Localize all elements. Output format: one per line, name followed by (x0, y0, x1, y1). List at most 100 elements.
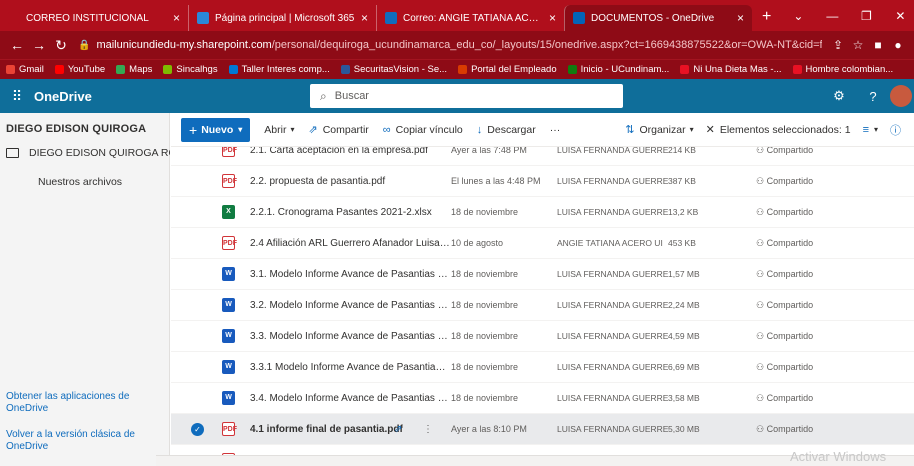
more-label: ··· (549, 123, 561, 136)
clear-selection-button[interactable]: ✕ Elementos seleccionados: 1 (706, 123, 851, 137)
file-sharing: ⚇ Compartido (756, 393, 813, 404)
bookmark-item[interactable]: Gmail (6, 64, 44, 75)
user-avatar[interactable] (890, 85, 912, 107)
maximize-icon[interactable]: ❐ (849, 9, 883, 23)
help-icon[interactable]: ? (856, 89, 890, 104)
share-button[interactable]: ⇗ Compartir (308, 123, 368, 137)
file-modified-by: LUISA FERNANDA GUERRE (557, 269, 669, 279)
tab-search-icon[interactable]: ⌄ (781, 9, 815, 23)
address-toolbar: ← → ↻ 🔒 mailunicundiedu-my.sharepoint.co… (0, 31, 914, 59)
file-name[interactable]: 2.1. Carta aceptacion en la empresa.pdf (250, 147, 450, 156)
file-modified-date: 18 de noviembre (451, 331, 519, 341)
sharing-label: Compartido (766, 237, 814, 248)
pdf-file-icon: PDF (222, 174, 237, 188)
bookmark-label: Portal del Empleado (471, 64, 557, 75)
file-name[interactable]: 3.4. Modelo Informe Avance de Pasantias … (250, 393, 450, 404)
bookmark-item[interactable]: Inicio - UCundinam... (567, 64, 669, 75)
open-label: Abrir (264, 123, 287, 136)
bookmark-star-icon[interactable]: ☆ (848, 38, 868, 52)
bookmark-item[interactable]: Ni Una Dieta Mas -... (680, 64, 782, 75)
file-name[interactable]: 3.3.1 Modelo Informe Avance de Pasantias… (250, 362, 450, 373)
reload-icon[interactable]: ↻ (50, 37, 72, 54)
view-options-button[interactable]: ≡ ▾ (863, 124, 878, 136)
file-name[interactable]: 3.2. Modelo Informe Avance de Pasantias … (250, 300, 450, 311)
browser-tab[interactable]: DOCUMENTOS - OneDrive × (564, 5, 752, 31)
bookmark-item[interactable]: Maps (116, 64, 152, 75)
search-box[interactable]: ⌕ Buscar (310, 84, 623, 108)
new-tab-button[interactable]: + (752, 5, 781, 31)
more-options-icon[interactable]: ⋮ (423, 424, 433, 435)
bookmark-favicon-icon (680, 65, 690, 74)
bookmark-item[interactable]: Portal del Empleado (458, 64, 557, 75)
bookmark-item[interactable]: SecuritasVision - Se... (340, 64, 448, 75)
sharing-label: Compartido (766, 268, 814, 279)
share-page-icon[interactable]: ⇪ (828, 38, 848, 52)
download-button[interactable]: ↓ Descargar (477, 124, 536, 136)
file-name[interactable]: 4.1 informe final de pasantia.pdf (250, 424, 403, 435)
file-name[interactable]: 3.1. Modelo Informe Avance de Pasantias … (250, 269, 450, 280)
more-actions-button[interactable]: ··· (550, 124, 561, 136)
back-icon[interactable]: ← (6, 37, 28, 53)
file-row[interactable]: W 3.4. Modelo Informe Avance de Pasantias… (171, 383, 914, 414)
app-name[interactable]: OneDrive (34, 89, 92, 104)
tab-close-icon[interactable]: × (173, 11, 180, 25)
bookmark-item[interactable]: Taller Interes comp... (228, 64, 330, 75)
file-name[interactable]: 2.4 Afiliación ARL Guerrero Afanador Lui… (250, 238, 450, 249)
file-row[interactable]: PDF 2.2. propuesta de pasantia.pdf El lune… (171, 166, 914, 197)
file-row[interactable]: PDF 2.4 Afiliación ARL Guerrero Afanador … (171, 228, 914, 259)
tab-label: DOCUMENTOS - OneDrive (591, 12, 715, 24)
tab-close-icon[interactable]: × (737, 11, 744, 25)
docx-file-icon: W (222, 360, 235, 374)
nav-item-our-files[interactable]: Nuestros archivos (38, 176, 122, 188)
pdf-file-icon: PDF (222, 422, 237, 436)
docx-file-icon: W (222, 391, 235, 405)
file-modified-by: LUISA FERNANDA GUERRE (557, 147, 669, 155)
pdf-file-icon: PDF (222, 147, 237, 157)
file-size: 5,30 MB (668, 424, 700, 434)
profile-icon[interactable]: ● (888, 38, 908, 52)
row-checkmark-icon[interactable]: ✓ (191, 422, 204, 436)
new-button[interactable]: + Nuevo ▾ (181, 117, 251, 142)
browser-tab[interactable]: CORREO INSTITUCIONAL × (0, 5, 188, 31)
share-row-icon[interactable]: ⇗ (394, 424, 402, 435)
nav-item-my-files[interactable]: DIEGO EDISON QUIROGA RO (6, 147, 170, 159)
bookmark-item[interactable]: YouTube (54, 64, 105, 75)
browser-tab[interactable]: Página principal | Microsoft 365 × (188, 5, 376, 31)
docx-file-icon: W (222, 267, 235, 281)
classic-view-link[interactable]: Volver a la versión clásica de OneDrive (6, 429, 161, 453)
close-window-icon[interactable]: ✕ (883, 9, 914, 23)
file-row[interactable]: W 3.1. Modelo Informe Avance de Pasantias… (171, 259, 914, 290)
tab-favicon-icon (197, 12, 209, 24)
file-row[interactable]: ✓ PDF 4.1 informe final de pasantia.pdf ⇗ ⋮ A… (171, 414, 914, 445)
open-button[interactable]: Abrir ▾ (264, 124, 294, 136)
tab-close-icon[interactable]: × (549, 11, 556, 25)
copy-link-button[interactable]: ∞ Copiar vínculo (383, 124, 463, 136)
bookmark-item[interactable]: Sincalhgs (163, 64, 218, 75)
minimize-icon[interactable]: — (815, 9, 849, 23)
settings-gear-icon[interactable]: ⚙ (822, 88, 856, 104)
bookmark-item[interactable]: Hombre colombian... (792, 64, 893, 75)
url-bar[interactable]: 🔒 mailunicundiedu-my.sharepoint.com /per… (78, 34, 822, 56)
bookmark-label: SecuritasVision - Se... (353, 64, 448, 75)
file-name[interactable]: 3.3. Modelo Informe Avance de Pasantias … (250, 331, 450, 342)
file-modified-by: ANGIE TATIANA ACERO UI (557, 238, 663, 248)
get-apps-link[interactable]: Obtener las aplicaciones de OneDrive (6, 391, 161, 415)
file-row[interactable]: W 3.3.1 Modelo Informe Avance de Pasantia… (171, 352, 914, 383)
file-row[interactable]: W 3.2. Modelo Informe Avance de Pasantias… (171, 290, 914, 321)
browser-tab[interactable]: Correo: ANGIE TATIANA ACERO × (376, 5, 564, 31)
forward-icon[interactable]: → (28, 37, 50, 53)
file-name[interactable]: 2.2. propuesta de pasantia.pdf (250, 176, 450, 187)
file-row[interactable]: W 3.3. Modelo Informe Avance de Pasantias… (171, 321, 914, 352)
extension-icon[interactable]: ■ (868, 38, 888, 52)
app-launcher-icon[interactable]: ⠿ (0, 88, 34, 105)
tab-close-icon[interactable]: × (361, 11, 368, 25)
file-row[interactable]: X 2.2.1. Cronograma Pasantes 2021-2.xlsx 1… (171, 197, 914, 228)
share-icon: ⇗ (308, 124, 318, 136)
shared-people-icon: ⚇ (756, 392, 767, 403)
file-modified-date: 18 de noviembre (451, 393, 519, 403)
details-pane-button[interactable]: ⓘ (890, 122, 906, 138)
file-name[interactable]: 2.2.1. Cronograma Pasantes 2021-2.xlsx (250, 207, 450, 218)
file-row[interactable]: PDF 2.1. Carta aceptacion en la empresa.p… (171, 147, 914, 166)
file-modified-date: 18 de noviembre (451, 300, 519, 310)
organize-button[interactable]: ⇅ Organizar ▾ (625, 123, 693, 137)
